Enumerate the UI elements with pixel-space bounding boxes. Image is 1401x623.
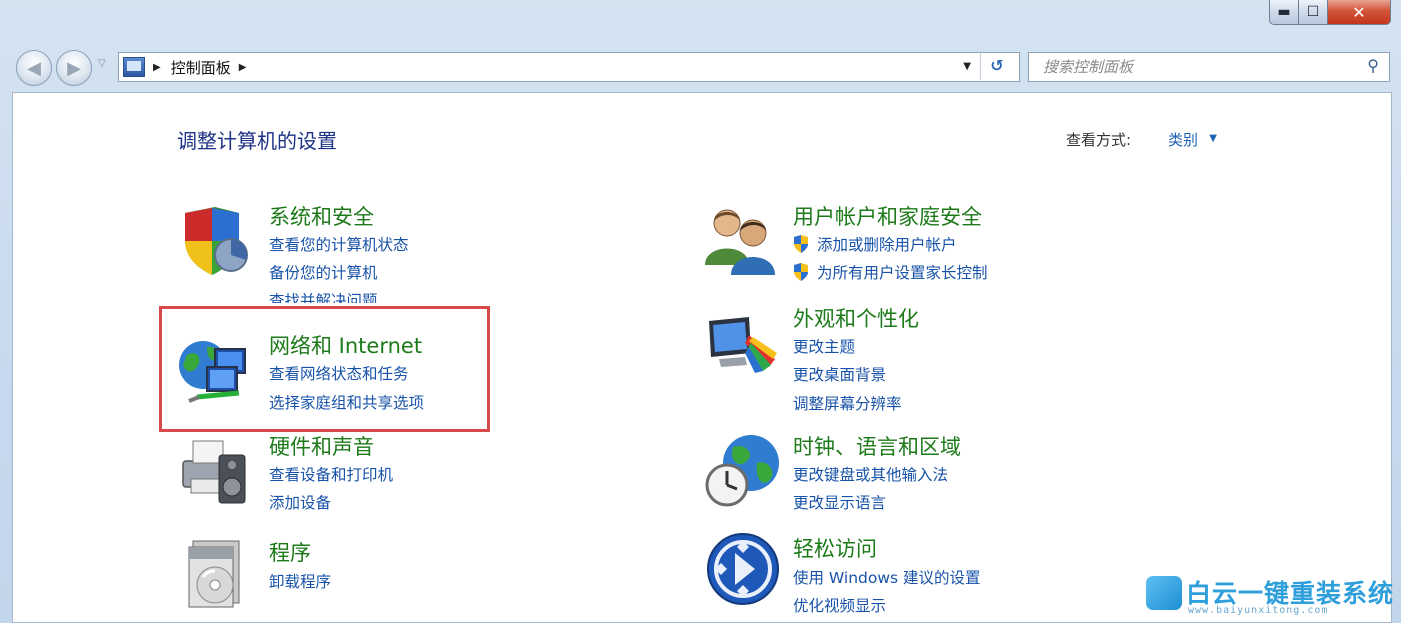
category-heading-system-security[interactable]: 系统和安全 [269, 201, 374, 231]
maximize-button[interactable]: ☐ [1299, 0, 1328, 25]
title-bar: ▬ ☐ ✕ [0, 0, 1401, 40]
link-windows-suggested-settings[interactable]: 使用 Windows 建议的设置 [793, 566, 981, 588]
link-backup-computer[interactable]: 备份您的计算机 [269, 261, 378, 283]
breadcrumb-arrow-icon[interactable]: ▶ [239, 62, 247, 73]
link-change-theme[interactable]: 更改主题 [793, 335, 855, 357]
users-icon[interactable] [703, 203, 779, 275]
watermark-logo: 白云一键重装系统 www.baiyunxitong.com [1146, 574, 1396, 622]
link-parental-controls[interactable]: 为所有用户设置家长控制 [793, 261, 988, 283]
search-icon[interactable]: ⚲ [1367, 56, 1379, 75]
recent-pages-dropdown-icon[interactable]: ▽ [98, 58, 106, 69]
link-keyboard-input[interactable]: 更改键盘或其他输入法 [793, 463, 948, 485]
link-label: 为所有用户设置家长控制 [817, 264, 988, 282]
view-by-label: 查看方式: [1065, 131, 1131, 149]
link-network-status[interactable]: 查看网络状态和任务 [269, 362, 409, 384]
window-controls: ▬ ☐ ✕ [1269, 0, 1391, 25]
navigation-bar: ◀ ▶ ▽ ▶ 控制面板 ▶ ▼ ↺ ⚲ [0, 44, 1401, 88]
clock-globe-icon[interactable] [705, 433, 781, 509]
link-optimize-video[interactable]: 优化视频显示 [793, 594, 886, 616]
link-screen-resolution[interactable]: 调整屏幕分辨率 [793, 392, 902, 414]
close-button[interactable]: ✕ [1328, 0, 1391, 25]
link-view-computer-status[interactable]: 查看您的计算机状态 [269, 233, 409, 255]
ease-of-access-icon[interactable] [705, 531, 781, 607]
link-devices-printers[interactable]: 查看设备和打印机 [269, 463, 393, 485]
category-heading-clock-language[interactable]: 时钟、语言和区域 [793, 431, 961, 461]
category-heading-user-accounts[interactable]: 用户帐户和家庭安全 [793, 201, 982, 231]
link-homegroup-sharing[interactable]: 选择家庭组和共享选项 [269, 391, 424, 413]
programs-disc-icon[interactable] [179, 537, 251, 611]
uac-shield-icon [794, 235, 808, 253]
link-uninstall-program[interactable]: 卸载程序 [269, 570, 331, 592]
breadcrumb-control-panel[interactable]: 控制面板 [171, 57, 231, 78]
link-add-remove-accounts[interactable]: 添加或删除用户帐户 [793, 233, 957, 255]
watermark-url: www.baiyunxitong.com [1188, 605, 1329, 616]
chevron-down-icon[interactable]: ▼ [1209, 133, 1217, 144]
category-heading-appearance[interactable]: 外观和个性化 [793, 303, 919, 333]
refresh-button[interactable]: ↺ [980, 50, 1013, 80]
category-heading-hardware-sound[interactable]: 硬件和声音 [269, 431, 374, 461]
monitor-paint-icon[interactable] [705, 313, 781, 375]
link-add-device[interactable]: 添加设备 [269, 491, 331, 513]
page-title: 调整计算机的设置 [177, 129, 337, 153]
link-label: 添加或删除用户帐户 [817, 236, 957, 254]
category-heading-network-internet[interactable]: 网络和 Internet [269, 330, 422, 360]
address-bar[interactable]: ▶ 控制面板 ▶ ▼ [118, 52, 1020, 82]
breadcrumb-arrow-icon[interactable]: ▶ [153, 62, 161, 73]
category-heading-ease-of-access[interactable]: 轻松访问 [793, 533, 877, 563]
link-display-language[interactable]: 更改显示语言 [793, 491, 886, 513]
uac-shield-icon [794, 263, 808, 281]
forward-button[interactable]: ▶ [56, 50, 92, 86]
shield-security-icon[interactable] [179, 205, 251, 277]
bird-logo-icon [1146, 576, 1182, 610]
link-troubleshoot[interactable]: 查找并解决问题 [269, 289, 378, 303]
minimize-button[interactable]: ▬ [1269, 0, 1299, 25]
printer-speaker-icon[interactable] [179, 435, 251, 509]
back-button[interactable]: ◀ [16, 50, 52, 86]
address-dropdown-icon[interactable]: ▼ [963, 61, 971, 72]
category-heading-programs[interactable]: 程序 [269, 537, 311, 567]
control-panel-icon [123, 57, 145, 77]
search-input[interactable] [1041, 53, 1345, 81]
network-globe-icon[interactable] [177, 329, 251, 409]
link-desktop-background[interactable]: 更改桌面背景 [793, 363, 886, 385]
view-by-dropdown[interactable]: 类别 [1168, 129, 1198, 150]
control-panel-content: 调整计算机的设置 查看方式: 类别 ▼ 系统和安全 查看您的计算机状态 备份您的… [12, 92, 1392, 623]
search-box[interactable]: ⚲ [1028, 52, 1390, 82]
